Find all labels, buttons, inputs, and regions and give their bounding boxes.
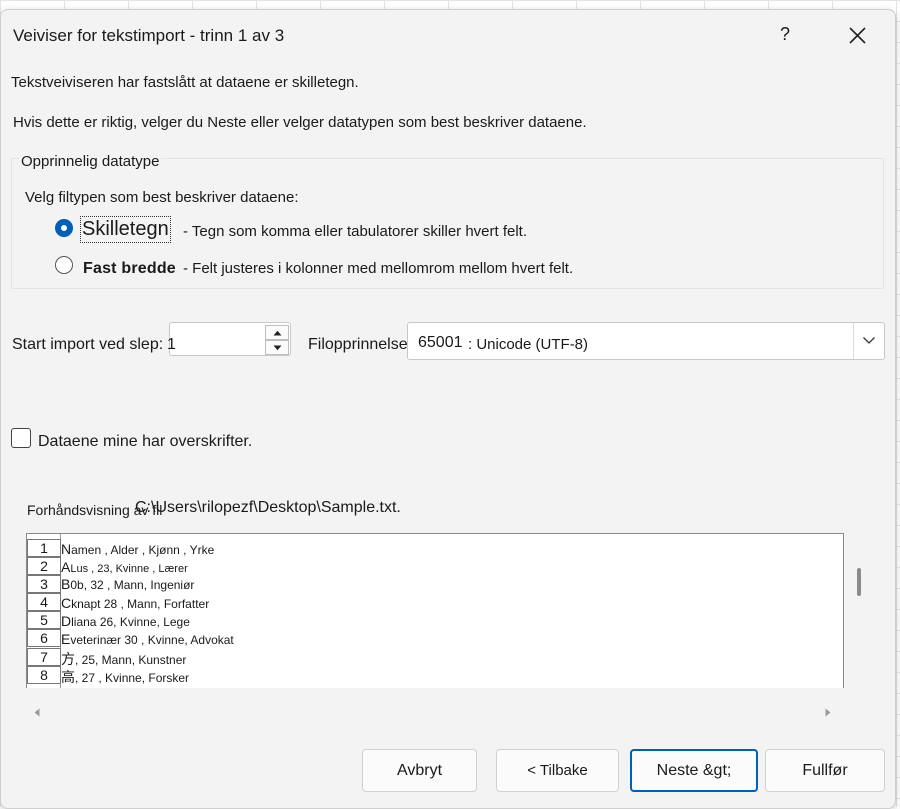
datatype-prompt: Velg filtypen som best beskriver dataene… — [25, 189, 299, 206]
scroll-left-button[interactable] — [34, 704, 40, 722]
row-number: 8 — [27, 666, 61, 684]
preview-vertical-scrollbar[interactable] — [857, 568, 861, 596]
file-origin-select[interactable]: 65001 : Unicode (UTF-8) — [407, 322, 885, 360]
chevron-down-icon — [863, 337, 875, 344]
back-button[interactable]: < Tilbake — [496, 749, 619, 792]
preview-pane[interactable]: 1 Namen , Alder , Kjønn , Yrke 2 ALus , … — [26, 533, 844, 688]
finish-button[interactable]: Fullfør — [765, 749, 885, 792]
preview-file-path: C:\Users\rilopezf\Desktop\Sample.txt. — [135, 499, 401, 516]
radio-fixed-width-description: - Felt justeres i kolonner med mellomrom… — [183, 260, 574, 277]
file-origin-name: : Unicode (UTF-8) — [468, 336, 589, 353]
intro-text-1: Tekstveiviseren har fastslått at dataene… — [11, 74, 359, 91]
row-number: 7 — [27, 648, 61, 666]
preview-row: Eveterinær 30 , Kvinne, Advokat — [61, 631, 234, 647]
radio-delimited[interactable] — [55, 219, 73, 237]
row-number: 5 — [27, 611, 61, 629]
start-row-label: Start import ved slep: — [12, 336, 164, 353]
start-row-value[interactable]: 1 — [167, 336, 176, 354]
file-origin-code: 65001 — [418, 334, 463, 351]
preview-row: B0b, 32 , Mann, Ingeniør — [61, 576, 195, 592]
dialog-title: Veiviser for tekstimport - trinn 1 av 3 — [13, 26, 285, 45]
scroll-right-button[interactable] — [825, 704, 831, 722]
radio-fixed-width-label[interactable]: Fast bredde — [83, 260, 176, 278]
headers-checkbox-label[interactable]: Dataene mine har overskrifter. — [38, 433, 252, 451]
preview-row: Namen , Alder , Kjønn , Yrke — [61, 541, 215, 557]
file-origin-label: Filopprinnelse — [308, 336, 408, 353]
text-import-wizard-dialog: Veiviser for tekstimport - trinn 1 av 3 … — [0, 9, 896, 809]
headers-checkbox[interactable] — [11, 428, 31, 448]
row-number: 1 — [27, 539, 61, 557]
preview-row: Dliana 26, Kvinne, Lege — [61, 613, 190, 629]
close-button[interactable] — [839, 18, 875, 54]
triangle-right-icon — [825, 708, 831, 717]
radio-delimited-description: - Tegn som komma eller tabulatorer skill… — [183, 223, 528, 240]
triangle-left-icon — [34, 708, 40, 717]
start-row-spinner[interactable] — [169, 322, 291, 356]
row-number: 6 — [27, 629, 61, 647]
preview-row: ALus , 23, Kvinne , Lærer — [61, 559, 188, 575]
preview-row: 高, 27 , Kvinne, Forsker — [61, 669, 190, 685]
spin-up-button[interactable] — [265, 325, 289, 340]
radio-fixed-width[interactable] — [55, 256, 73, 274]
preview-row: Cknapt 28 , Mann, Forfatter — [61, 595, 210, 611]
intro-text-2: Hvis dette er riktig, velger du Neste el… — [13, 114, 587, 131]
chevron-down-icon — [273, 345, 282, 351]
row-number: 4 — [27, 593, 61, 611]
row-number: 3 — [27, 575, 61, 593]
spin-down-button[interactable] — [265, 340, 289, 355]
preview-row: 方, 25, Mann, Kunstner — [61, 651, 187, 667]
row-number: 2 — [27, 557, 61, 575]
datatype-group-title: Opprinnelig datatype — [19, 153, 162, 170]
cancel-button[interactable]: Avbryt — [362, 749, 477, 792]
help-button[interactable]: ? — [769, 20, 801, 52]
file-origin-dropdown-arrow[interactable] — [853, 323, 884, 359]
radio-delimited-label[interactable]: Skilletegn — [80, 216, 171, 243]
close-icon — [849, 27, 866, 44]
next-button[interactable]: Neste &gt; — [630, 749, 758, 792]
chevron-up-icon — [273, 330, 282, 336]
